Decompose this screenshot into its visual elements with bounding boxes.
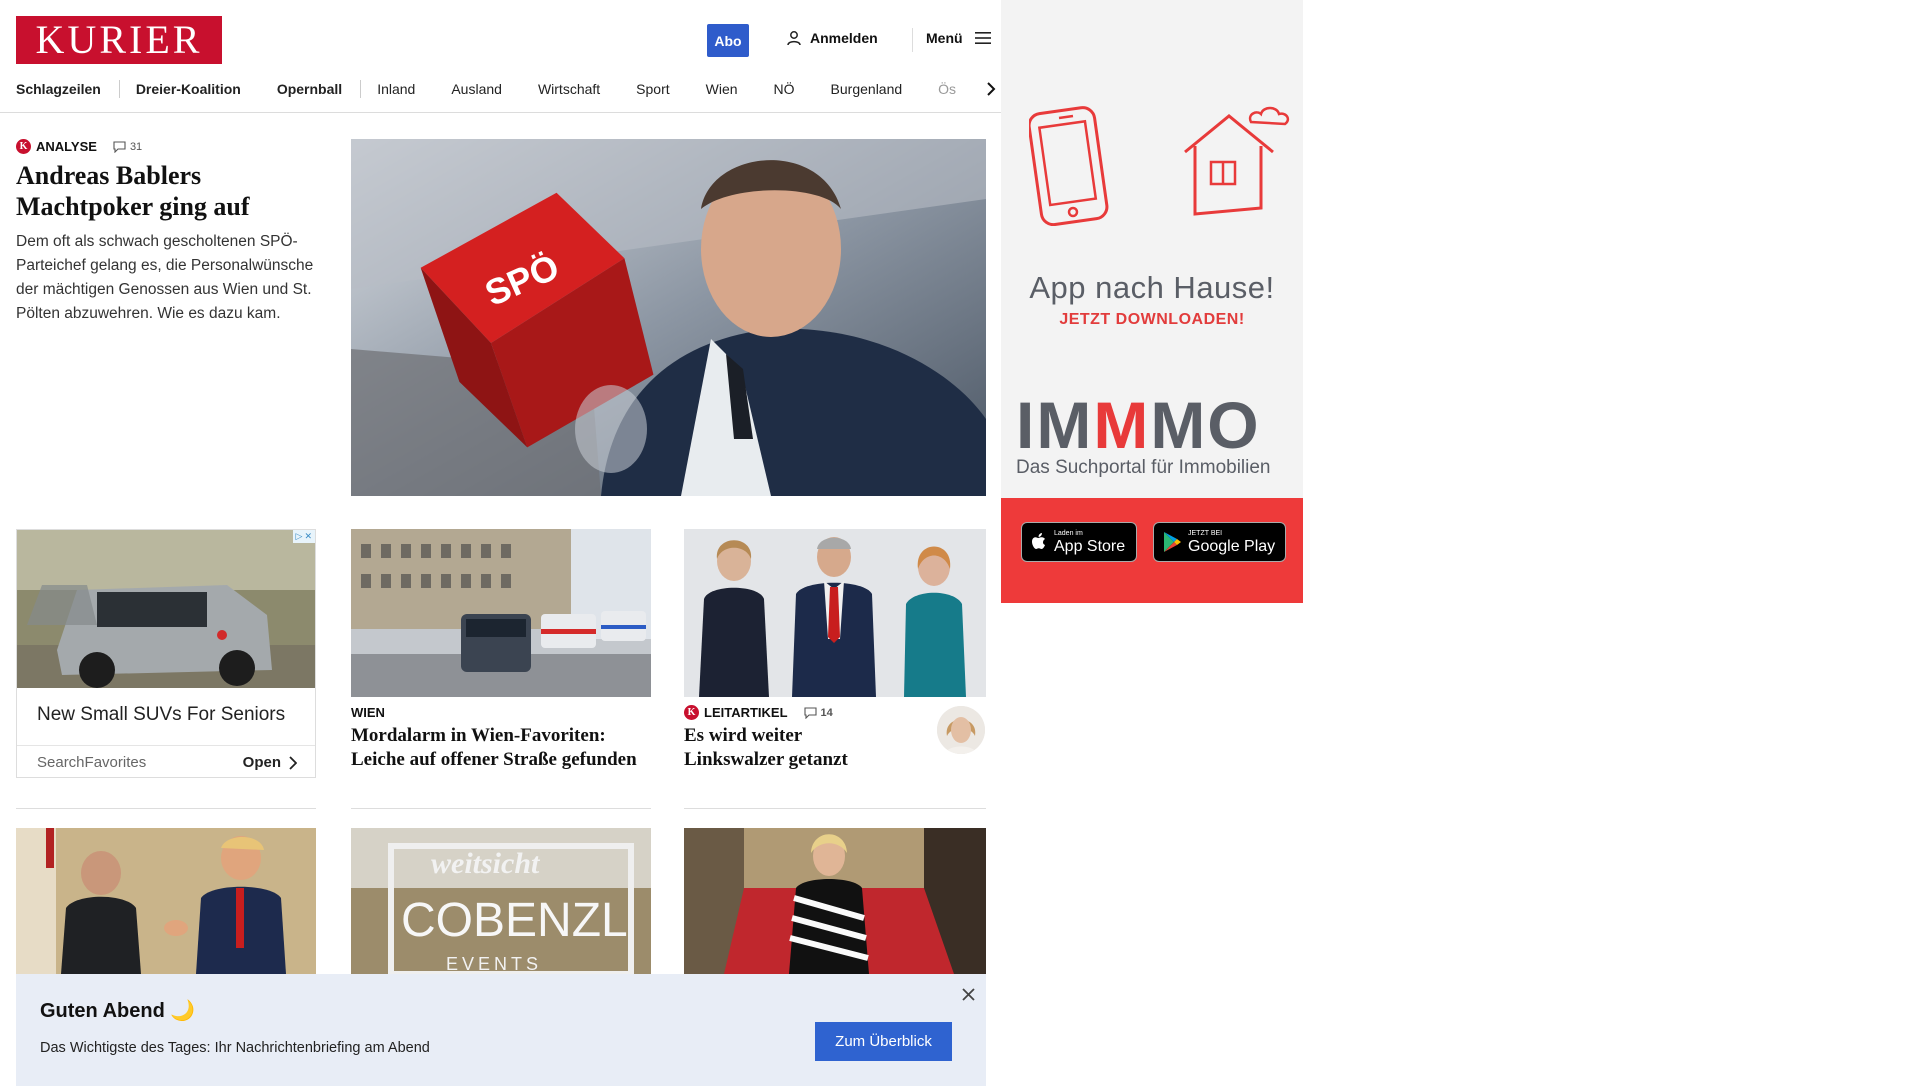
app-store-button[interactable]: Laden im App Store — [1021, 522, 1137, 562]
lead-hero-image[interactable]: SPÖ — [351, 139, 986, 496]
google-play-big: Google Play — [1188, 537, 1276, 555]
card-kicker-leitartikel[interactable]: LEITARTIKEL — [704, 705, 788, 720]
nav-item-wien[interactable]: Wien — [706, 81, 738, 97]
author-avatar[interactable] — [937, 706, 985, 754]
logo-text: KURIER — [35, 17, 203, 62]
nav-item-schlagzeilen[interactable]: Schlagzeilen — [16, 81, 101, 97]
ad-source: SearchFavorites — [37, 754, 147, 771]
nav-item-ausland[interactable]: Ausland — [451, 81, 502, 97]
section-nav: Schlagzeilen Dreier-Koalition Opernball … — [16, 78, 998, 100]
sidebar-ad-headline: App nach Hause! — [1029, 270, 1275, 305]
header-divider — [912, 28, 913, 52]
card-image-wien[interactable] — [351, 529, 651, 697]
ad-divider — [17, 745, 315, 746]
nav-item-dreier-koalition[interactable]: Dreier-Koalition — [136, 81, 241, 97]
kurier-k-icon: K — [684, 705, 699, 720]
nav-item-inland[interactable]: Inland — [377, 81, 415, 97]
google-play-icon — [1164, 532, 1181, 552]
chevron-right-icon — [987, 82, 996, 96]
menu-label: Menü — [926, 30, 963, 46]
card-divider — [16, 808, 316, 809]
lead-headline[interactable]: Andreas Bablers Machtpoker ging auf — [16, 160, 316, 222]
lead-kicker[interactable]: ANALYSE — [36, 139, 97, 154]
banner-text: Das Wichtigste des Tages: Ihr Nachrichte… — [40, 1040, 430, 1056]
ad-choices-badge[interactable]: ▷ ✕ — [292, 530, 315, 543]
card-kicker-wien[interactable]: WIEN — [351, 705, 385, 720]
immmo-logo-part-3: MO — [1150, 388, 1261, 462]
abo-button[interactable]: Abo — [707, 24, 749, 57]
lead-teaser: Dem oft als schwach gescholtenen SPÖ-Par… — [16, 233, 314, 322]
immmo-logo-part-2: M — [1093, 388, 1151, 462]
card-image-cobenzl[interactable]: weitsicht COBENZL EVENTS — [351, 828, 651, 974]
login-button[interactable]: Anmelden — [786, 30, 878, 46]
nav-scroll-right-button[interactable] — [970, 78, 996, 100]
comment-icon — [803, 706, 817, 719]
sign-text-cobenzl: COBENZL — [401, 894, 628, 947]
ad-close-icon: ✕ — [304, 531, 312, 541]
banner-title: Guten Abend 🌙 — [40, 1000, 196, 1022]
card-kicker-leitartikel-row: K LEITARTIKEL 14 — [684, 705, 833, 720]
app-store-big: App Store — [1054, 537, 1126, 555]
app-store-small: Laden im — [1054, 529, 1083, 537]
header-bottom-border — [0, 112, 1006, 113]
sign-text-events: EVENTS — [446, 954, 542, 974]
card-image-selenskyj-trump[interactable] — [16, 828, 316, 974]
nav-item-burgenland[interactable]: Burgenland — [831, 81, 903, 97]
comment-icon — [113, 140, 126, 153]
sidebar-ad-cta[interactable]: JETZT DOWNLOADEN! — [1001, 311, 1303, 329]
card-image-opernball[interactable] — [684, 828, 986, 974]
chevron-right-icon — [289, 755, 297, 770]
nav-item-opernball[interactable]: Opernball — [277, 81, 342, 97]
banner-close-button[interactable] — [958, 984, 978, 1004]
nav-item-oesterreich[interactable]: Ös — [938, 81, 956, 97]
nav-item-wirtschaft[interactable]: Wirtschaft — [538, 81, 600, 97]
hamburger-icon — [974, 32, 991, 44]
close-icon — [961, 987, 975, 1001]
leitartikel-comment-count[interactable]: 14 — [803, 706, 833, 719]
card-headline-leitartikel[interactable]: Es wird weiter Linkswalzer getanzt — [684, 724, 904, 772]
ad-car-image — [17, 530, 315, 688]
ad-title[interactable]: New Small SUVs For Seniors — [37, 704, 285, 726]
ad-open-button[interactable]: Open — [243, 754, 297, 771]
evening-briefing-banner: Guten Abend 🌙 Das Wichtigste des Tages: … — [16, 974, 986, 1086]
lead-comment-number: 31 — [129, 140, 143, 153]
card-headline-wien[interactable]: Mordalarm in Wien-Favoriten: Leiche auf … — [351, 724, 641, 772]
nav-divider — [360, 80, 362, 98]
sidebar-ad[interactable]: App nach Hause! JETZT DOWNLOADEN! IMMMO … — [1001, 0, 1303, 603]
nav-item-sport[interactable]: Sport — [636, 81, 669, 97]
kurier-logo[interactable]: KURIER — [16, 16, 222, 64]
card-image-leitartikel[interactable] — [684, 529, 986, 697]
lead-comment-count[interactable]: 31 — [113, 141, 142, 153]
sign-text-weitsicht: weitsicht — [431, 847, 541, 880]
nav-item-noe[interactable]: NÖ — [774, 81, 795, 97]
kurier-k-icon: K — [16, 139, 31, 154]
nav-divider — [118, 80, 120, 98]
google-play-button[interactable]: JETZT BEI Google Play — [1153, 522, 1286, 562]
apple-icon — [1032, 533, 1045, 549]
banner-overview-button[interactable]: Zum Überblick — [815, 1022, 952, 1061]
sponsored-ad-card[interactable]: ▷ ✕ New Small SUVs For Seniors SearchFav… — [16, 529, 316, 778]
login-label: Anmelden — [810, 30, 878, 46]
ad-info-icon: ▷ — [295, 531, 303, 541]
immmo-tagline: Das Suchportal für Immobilien — [1016, 457, 1271, 478]
ad-open-label: Open — [242, 754, 281, 771]
user-icon — [787, 31, 801, 46]
phone-icon — [1029, 106, 1109, 226]
google-play-small: JETZT BEI — [1188, 529, 1223, 537]
card-divider — [351, 808, 651, 809]
immmo-logo-part-1: IM — [1016, 388, 1094, 462]
menu-button[interactable]: Menü — [926, 30, 991, 46]
lead-meta: K ANALYSE 31 — [16, 139, 142, 154]
house-icon — [1184, 106, 1290, 216]
leitartikel-comment-number: 14 — [820, 706, 833, 719]
card-divider — [684, 808, 986, 809]
immmo-logo: IMMMO — [1016, 390, 1261, 460]
